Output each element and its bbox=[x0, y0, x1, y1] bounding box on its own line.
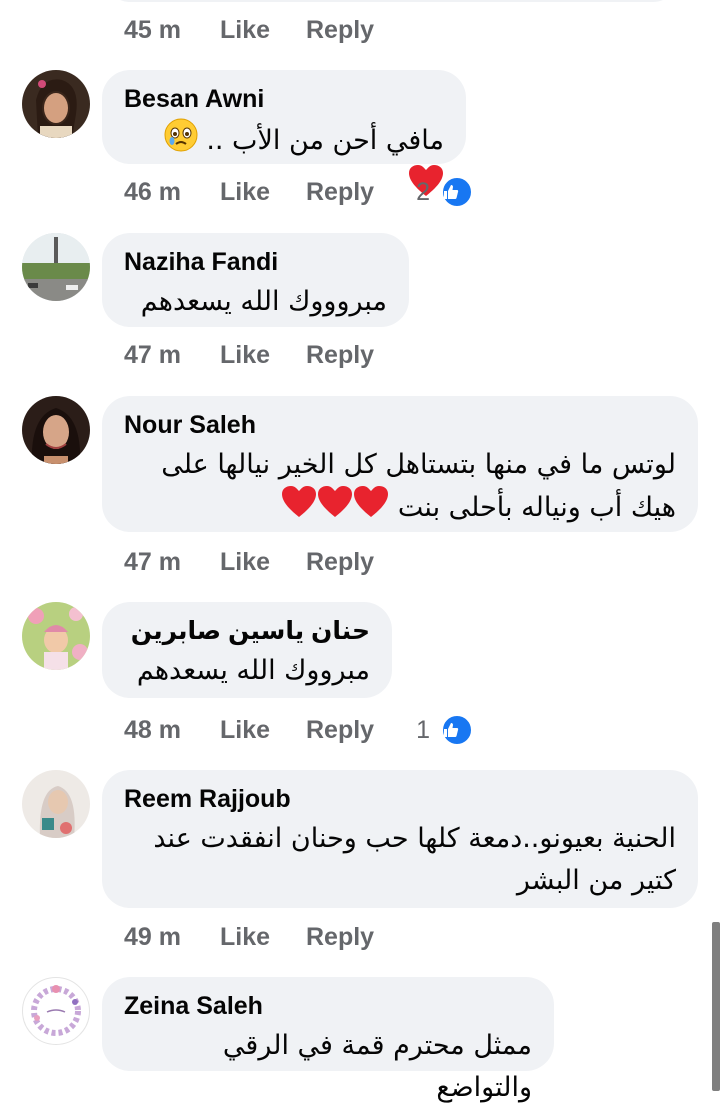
comment-text-line: لوتس ما في منها بتستاهل كل الخير نيالها … bbox=[161, 449, 676, 480]
comment-text-line: هيك أب ونياله بأحلى بنت bbox=[124, 486, 676, 531]
comment-text: مبروووك الله يسعدهم bbox=[140, 286, 387, 317]
comment-time: 48 m bbox=[124, 715, 181, 744]
reaction-count[interactable]: 2 bbox=[416, 176, 473, 208]
reply-button[interactable]: Reply bbox=[306, 178, 374, 207]
comment-bubble: Naziha Fandi مبروووك الله يسعدهم bbox=[102, 233, 409, 327]
scrollbar[interactable] bbox=[712, 922, 720, 1091]
crying-face-emoji bbox=[164, 118, 198, 165]
comment-text: ممثل محترم قمة في الرقي والتواضع bbox=[222, 1030, 532, 1103]
reply-button[interactable]: Reply bbox=[306, 716, 374, 745]
comment-meta: 49 m Like Reply bbox=[124, 919, 416, 955]
reaction-count[interactable]: 1 bbox=[416, 714, 473, 746]
comment-time: 45 m bbox=[124, 15, 181, 44]
comment-author[interactable]: Reem Rajjoub bbox=[124, 784, 676, 814]
red-heart-emoji bbox=[353, 486, 389, 531]
previous-comment-bubble bbox=[104, 0, 679, 2]
comment-text-line: كتير من البشر bbox=[516, 865, 676, 896]
comment-author[interactable]: Naziha Fandi bbox=[124, 247, 387, 277]
like-thumb-icon bbox=[440, 176, 473, 208]
avatar[interactable] bbox=[22, 233, 90, 301]
like-button[interactable]: Like bbox=[220, 16, 306, 45]
comment-text-content: مافي أحن من الأب .. bbox=[206, 125, 444, 156]
reaction-number: 1 bbox=[416, 716, 430, 744]
comment-meta: 47 m Like Reply bbox=[124, 337, 416, 373]
comment-text-line: الحنية بعيونو..دمعة كلها حب وحنان انفقدت… bbox=[153, 823, 676, 854]
comment-meta: 46 m Like Reply 2 bbox=[124, 174, 473, 210]
like-button[interactable]: Like bbox=[220, 341, 306, 370]
avatar[interactable] bbox=[22, 977, 90, 1045]
reply-button[interactable]: Reply bbox=[306, 548, 374, 577]
reaction-number: 2 bbox=[416, 178, 430, 206]
avatar[interactable] bbox=[22, 396, 90, 464]
avatar[interactable] bbox=[22, 770, 90, 838]
comment-bubble: Nour Saleh لوتس ما في منها بتستاهل كل ال… bbox=[102, 396, 698, 532]
avatar[interactable] bbox=[22, 70, 90, 138]
comment-author[interactable]: Zeina Saleh bbox=[124, 991, 532, 1021]
like-button[interactable]: Like bbox=[220, 923, 306, 952]
comment-time: 47 m bbox=[124, 547, 181, 576]
comment-text: لوتس ما في منها بتستاهل كل الخير نيالها … bbox=[124, 444, 676, 531]
comment-time: 46 m bbox=[124, 177, 181, 206]
like-button[interactable]: Like bbox=[220, 716, 306, 745]
comment-meta: 47 m Like Reply bbox=[124, 544, 416, 580]
reply-button[interactable]: Reply bbox=[306, 923, 374, 952]
comment-meta: 48 m Like Reply 1 bbox=[124, 712, 473, 748]
comment-text: مبرووك الله يسعدهم bbox=[136, 655, 370, 686]
comment-bubble: Zeina Saleh ممثل محترم قمة في الرقي والت… bbox=[102, 977, 554, 1103]
red-heart-emoji bbox=[317, 486, 353, 531]
red-heart-emoji bbox=[281, 486, 317, 531]
comment-author[interactable]: Nour Saleh bbox=[124, 410, 676, 440]
comment-text-content: هيك أب ونياله بأحلى بنت bbox=[397, 492, 676, 523]
comment-text: الحنية بعيونو..دمعة كلها حب وحنان انفقدت… bbox=[124, 818, 676, 902]
comment-time: 47 m bbox=[124, 340, 181, 369]
like-button[interactable]: Like bbox=[220, 178, 306, 207]
comment-author[interactable]: حنان ياسين صابرين bbox=[124, 616, 370, 646]
comment-bubble: حنان ياسين صابرين مبرووك الله يسعدهم bbox=[102, 602, 392, 698]
comment-bubble: Besan Awni مافي أحن من الأب .. bbox=[102, 70, 466, 196]
comment-meta: 45 m Like Reply bbox=[124, 12, 416, 48]
like-thumb-icon bbox=[440, 714, 473, 746]
avatar[interactable] bbox=[22, 602, 90, 670]
comment-time: 49 m bbox=[124, 922, 181, 951]
reply-button[interactable]: Reply bbox=[306, 16, 374, 45]
like-button[interactable]: Like bbox=[220, 548, 306, 577]
comment-author[interactable]: Besan Awni bbox=[124, 84, 444, 114]
reply-button[interactable]: Reply bbox=[306, 341, 374, 370]
comment-bubble: Reem Rajjoub الحنية بعيونو..دمعة كلها حب… bbox=[102, 770, 698, 908]
